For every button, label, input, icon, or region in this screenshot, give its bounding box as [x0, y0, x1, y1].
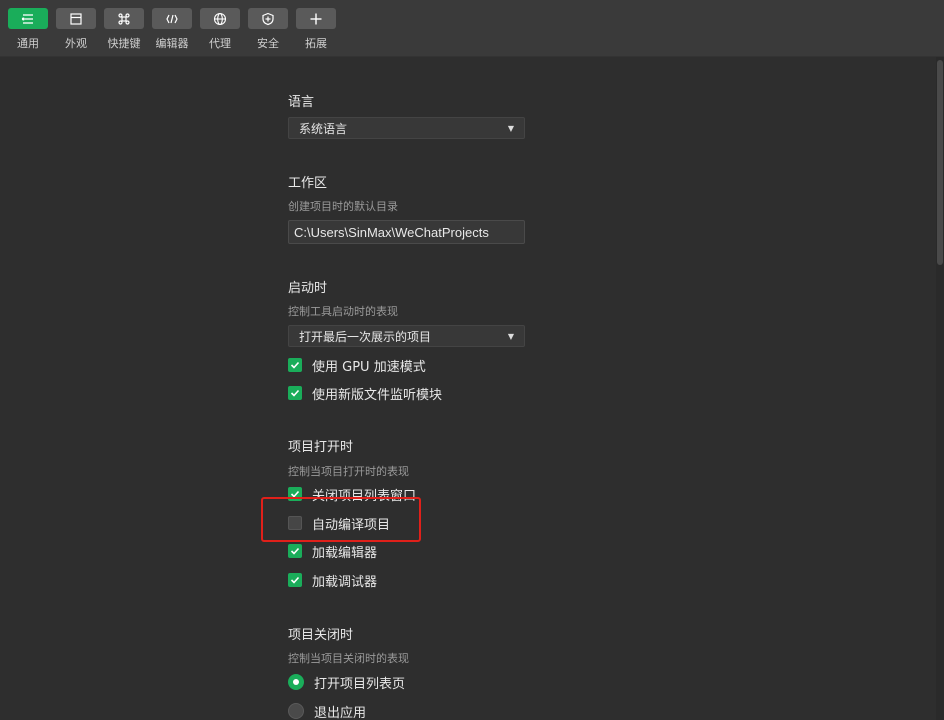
language-select-value: 系统语言 [299, 121, 348, 136]
tab-proxy[interactable]: 代理 [200, 8, 240, 51]
load-editor-label: 加载编辑器 [312, 545, 378, 561]
workspace-path-value: C:\Users\SinMax\WeChatProjects [294, 224, 489, 240]
tab-appearance[interactable]: 外观 [56, 8, 96, 51]
settings-toolbar: 通用 外观 快捷键 编辑器 代理 安全 拓展 [0, 0, 944, 57]
radio-unselected-icon[interactable] [288, 703, 304, 719]
globe-icon [200, 8, 240, 29]
dropdown-caret-icon: ▼ [507, 331, 514, 341]
checkbox-checked-icon[interactable] [288, 386, 302, 400]
load-editor-option[interactable]: 加载编辑器 [288, 542, 378, 561]
project-open-desc: 控制当项目打开时的表现 [288, 465, 409, 478]
tab-shortcuts[interactable]: 快捷键 [104, 8, 144, 51]
load-debugger-label: 加载调试器 [312, 574, 378, 590]
workspace-path-input[interactable]: C:\Users\SinMax\WeChatProjects [288, 220, 525, 244]
tab-general[interactable]: 通用 [8, 8, 48, 51]
gpu-acceleration-option[interactable]: 使用 GPU 加速模式 [288, 356, 426, 375]
project-open-title: 项目打开时 [288, 440, 354, 455]
scrollbar-thumb[interactable] [937, 60, 943, 265]
appearance-window-icon [56, 8, 96, 29]
code-brackets-icon [152, 8, 192, 29]
gpu-acceleration-label: 使用 GPU 加速模式 [312, 359, 426, 375]
file-watcher-label: 使用新版文件监听模块 [312, 387, 443, 403]
project-close-title: 项目关闭时 [288, 628, 354, 643]
checkbox-checked-icon[interactable] [288, 544, 302, 558]
tab-extensions-label: 拓展 [305, 37, 327, 50]
tab-security[interactable]: 安全 [248, 8, 288, 51]
workspace-title: 工作区 [288, 176, 328, 191]
annotation-highlight-box [261, 497, 421, 542]
open-project-list-option[interactable]: 打开项目列表页 [288, 673, 406, 692]
startup-desc: 控制工具启动时的表现 [288, 305, 398, 318]
tab-extensions[interactable]: 拓展 [296, 8, 336, 51]
startup-title: 启动时 [288, 281, 328, 296]
file-watcher-option[interactable]: 使用新版文件监听模块 [288, 384, 443, 403]
workspace-desc: 创建项目时的默认目录 [288, 200, 398, 213]
plus-icon [296, 8, 336, 29]
load-debugger-option[interactable]: 加载调试器 [288, 571, 378, 590]
shield-icon [248, 8, 288, 29]
checkbox-checked-icon[interactable] [288, 573, 302, 587]
radio-selected-icon[interactable] [288, 674, 304, 690]
general-list-icon [8, 8, 48, 29]
open-project-list-label: 打开项目列表页 [314, 676, 406, 692]
project-close-desc: 控制当项目关闭时的表现 [288, 652, 409, 665]
language-select[interactable]: 系统语言 ▼ [288, 117, 525, 139]
tab-editor[interactable]: 编辑器 [152, 8, 192, 51]
checkbox-checked-icon[interactable] [288, 358, 302, 372]
dropdown-caret-icon: ▼ [507, 123, 514, 133]
quit-app-label: 退出应用 [314, 705, 367, 720]
quit-app-option[interactable]: 退出应用 [288, 702, 366, 720]
startup-select[interactable]: 打开最后一次展示的项目 ▼ [288, 325, 525, 347]
startup-select-value: 打开最后一次展示的项目 [299, 329, 432, 344]
command-key-icon [104, 8, 144, 29]
language-title: 语言 [288, 95, 315, 110]
